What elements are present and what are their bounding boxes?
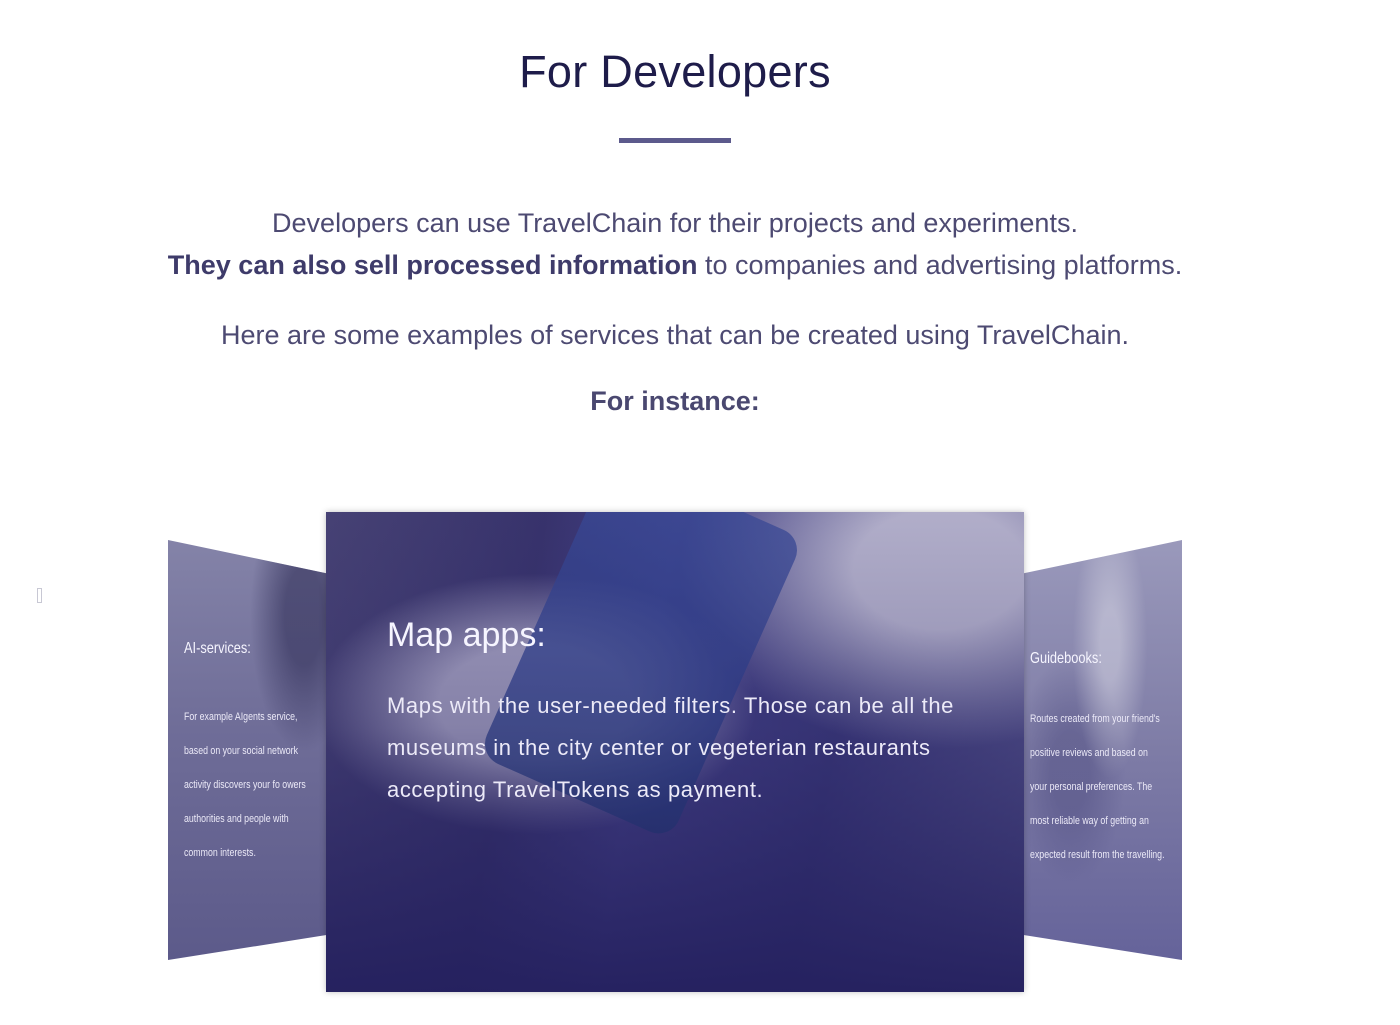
card-title: Map apps: bbox=[387, 616, 546, 654]
card-description: For example AIgents service, based on yo… bbox=[184, 711, 306, 859]
section-title: For Developers bbox=[519, 46, 831, 97]
examples-text: Here are some examples of services that … bbox=[221, 320, 1129, 350]
carousel-prev-icon[interactable] bbox=[37, 588, 42, 603]
carousel-card-map-apps[interactable]: Map apps: Maps with the user-needed filt… bbox=[326, 512, 1024, 992]
intro-paragraph: Developers can use TravelChain for their… bbox=[0, 202, 1350, 286]
card-description: Maps with the user-needed filters. Those… bbox=[387, 693, 955, 802]
intro-line-1: Developers can use TravelChain for their… bbox=[272, 208, 1078, 238]
card-title: AI-services: bbox=[184, 640, 251, 657]
for-instance-label: For instance: bbox=[590, 386, 760, 416]
intro-bold-text: They can also sell processed information bbox=[167, 250, 698, 280]
title-divider bbox=[619, 138, 731, 143]
card-description: Routes created from your friend's positi… bbox=[1030, 713, 1165, 861]
carousel-card-guidebooks[interactable]: Guidebooks: Routes created from your fri… bbox=[1022, 540, 1182, 960]
intro-line-2: to companies and advertising platforms. bbox=[697, 250, 1183, 280]
carousel-card-ai-services[interactable]: AI-services: For example AIgents service… bbox=[168, 540, 328, 960]
card-title: Guidebooks: bbox=[1030, 650, 1102, 667]
